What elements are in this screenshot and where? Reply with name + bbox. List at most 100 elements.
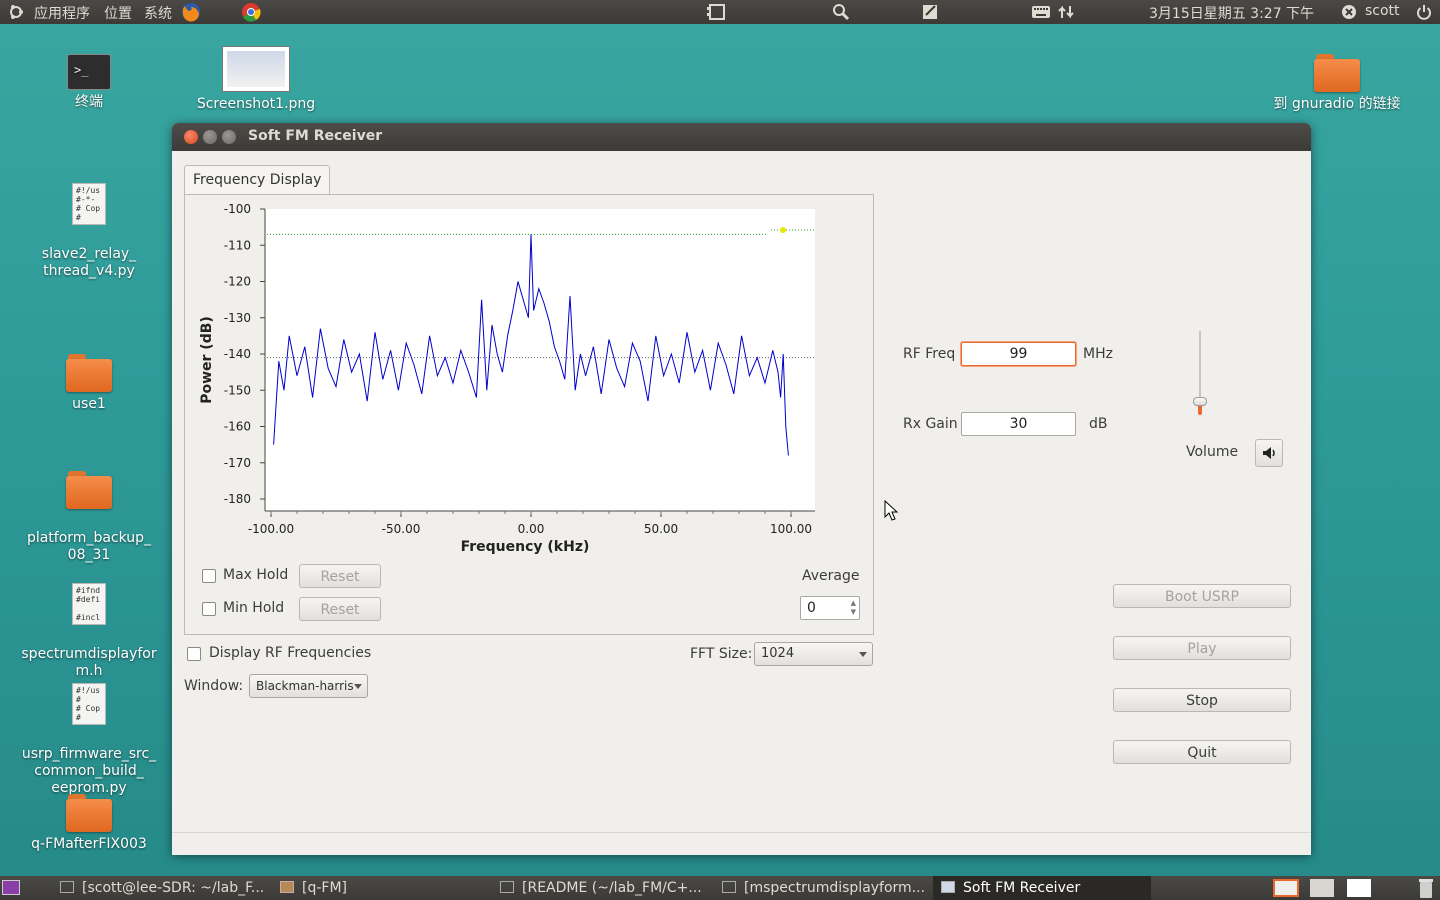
stop-button[interactable]: Stop — [1113, 688, 1291, 712]
taskbar-item-terminal[interactable]: [scott@lee-SDR: ~/lab_F... — [60, 876, 270, 900]
volume-slider[interactable] — [1193, 331, 1207, 415]
desktop-icon-label: platform_backup_ 08_31 — [26, 530, 152, 563]
desktop-icon-q-fmafterfix003[interactable]: q-FMafterFIX003 — [14, 794, 164, 853]
folder-icon — [66, 471, 112, 509]
power-icon[interactable] — [1416, 4, 1432, 20]
python-script-icon: #!/us # # Cop # — [72, 683, 106, 725]
close-icon[interactable] — [184, 130, 198, 144]
show-desktop-icon[interactable] — [2, 876, 22, 900]
volume-slider-thumb[interactable] — [1193, 397, 1207, 407]
average-spinbox[interactable]: 0 ▲ ▼ — [800, 596, 860, 620]
rf-freq-label: RF Freq — [903, 346, 956, 362]
average-label: Average — [802, 568, 860, 584]
editor-icon — [722, 881, 736, 893]
keyboard-icon[interactable] — [1031, 4, 1051, 20]
min-hold-reset-button[interactable]: Reset — [299, 597, 381, 621]
mouse-cursor-icon — [884, 500, 899, 521]
fft-size-label: FFT Size: — [690, 646, 753, 662]
taskbar-item-q-fm[interactable]: [q-FM] — [280, 876, 480, 900]
y-tick-label: -100 — [224, 202, 251, 216]
desktop-icon-label: use1 — [72, 396, 106, 412]
network-icon[interactable] — [1057, 4, 1075, 20]
y-axis-label: Power (dB) — [199, 316, 215, 404]
system-menu[interactable]: 系统 — [144, 3, 172, 23]
desktop-icon-label: slave2_relay_ thread_v4.py — [41, 246, 137, 279]
y-tick-label: -150 — [224, 383, 251, 397]
desktop-icon-platform-backup[interactable]: platform_backup_ 08_31 — [14, 454, 164, 581]
folder-icon — [66, 354, 112, 392]
trash-icon[interactable] — [1417, 876, 1437, 900]
boot-usrp-button[interactable]: Boot USRP — [1113, 584, 1291, 608]
applications-menu[interactable]: 应用程序 — [34, 3, 90, 23]
terminal-icon: >_ — [67, 54, 111, 90]
python-script-icon: #!/us #-*- # Cop # — [72, 183, 106, 225]
desktop-icon-label: q-FMafterFIX003 — [31, 836, 147, 852]
taskbar-item-mspectrumdisplayform[interactable]: [mspectrumdisplayform... — [722, 876, 927, 900]
firefox-icon[interactable] — [180, 1, 202, 23]
spin-arrows-icon[interactable]: ▲ ▼ — [851, 599, 856, 617]
header-file-icon: #ifnd #defi #incl — [72, 583, 106, 625]
desktop-icon-label: Screenshot1.png — [196, 96, 316, 112]
notes-icon[interactable] — [922, 3, 940, 21]
workspace-2-icon[interactable] — [1310, 876, 1336, 900]
taskbar-item-label: [mspectrumdisplayform... — [744, 880, 926, 896]
chevron-down-icon — [859, 652, 867, 657]
quit-button[interactable]: Quit — [1113, 740, 1291, 764]
taskbar-item-readme[interactable]: [README (~/lab_FM/C+... — [500, 876, 705, 900]
max-hold-reset-button[interactable]: Reset — [299, 564, 381, 588]
spectrum-plot: -100 -110 -120 -130 -140 -150 -160 -170 -180 -100… — [199, 202, 815, 555]
max-hold-checkbox[interactable] — [202, 569, 216, 583]
display-rf-frequencies-checkbox[interactable] — [187, 647, 201, 661]
desktop-icon-terminal[interactable]: >_ 终端 — [14, 54, 164, 111]
y-tick-label: -140 — [224, 347, 251, 361]
y-tick-label: -160 — [224, 420, 251, 434]
display-rf-frequencies-label: Display RF Frequencies — [209, 645, 372, 661]
user-name[interactable]: scott — [1365, 3, 1400, 19]
status-bar — [172, 832, 1311, 855]
rf-freq-unit: MHz — [1083, 346, 1113, 362]
editor-icon — [500, 881, 514, 893]
soft-fm-receiver-window: Soft FM Receiver Frequency Display -100 -… — [172, 123, 1311, 855]
search-icon[interactable] — [832, 3, 850, 21]
y-tick-label: -180 — [224, 492, 251, 506]
desktop-icon-label: 终端 — [75, 94, 103, 110]
average-value: 0 — [807, 600, 816, 616]
window-function-select[interactable]: Blackman-harris — [249, 674, 368, 698]
media-indicator-icon[interactable] — [707, 3, 727, 21]
volume-button[interactable] — [1255, 439, 1283, 467]
window-titlebar[interactable]: Soft FM Receiver — [172, 123, 1311, 151]
rx-gain-input[interactable]: 30 — [961, 412, 1076, 436]
desktop-icon-gnuradio-link[interactable]: 到 gnuradio 的链接 — [1262, 54, 1412, 113]
taskbar-item-soft-fm-receiver[interactable]: Soft FM Receiver — [933, 876, 1151, 900]
folder-icon — [66, 794, 112, 832]
x-tick-label: 100.00 — [770, 522, 812, 536]
volume-label: Volume — [1186, 444, 1239, 460]
desktop-icon-slave2-relay[interactable]: #!/us #-*- # Cop # slave2_relay_ thread_… — [14, 166, 164, 297]
clock[interactable]: 3月15日星期五 3:27 下午 — [1149, 3, 1314, 23]
chrome-icon[interactable] — [240, 1, 262, 23]
play-button[interactable]: Play — [1113, 636, 1291, 660]
desktop-icon-usrp-firmware[interactable]: #!/us # # Cop # usrp_firmware_src_ commo… — [14, 666, 164, 814]
taskbar-item-label: [q-FM] — [302, 880, 347, 896]
maximize-icon[interactable] — [222, 130, 236, 144]
desktop-icon-use1[interactable]: use1 — [14, 354, 164, 413]
speaker-icon — [1263, 447, 1275, 459]
window-icon — [941, 881, 955, 893]
min-hold-label: Min Hold — [223, 600, 285, 616]
frequency-display-pane: -100 -110 -120 -130 -140 -150 -160 -170 -180 -100… — [184, 194, 874, 635]
window-title: Soft FM Receiver — [248, 128, 383, 144]
tab-frequency-display[interactable]: Frequency Display — [184, 165, 331, 194]
x-tick-label: -50.00 — [382, 522, 421, 536]
workspace-3-icon[interactable] — [1347, 876, 1373, 900]
min-hold-checkbox[interactable] — [202, 602, 216, 616]
desktop-icon-screenshot[interactable]: Screenshot1.png — [181, 46, 331, 113]
user-status-icon[interactable] — [1341, 4, 1357, 20]
rf-freq-input[interactable]: 99 — [961, 342, 1076, 366]
minimize-icon[interactable] — [203, 130, 217, 144]
ubuntu-logo-icon[interactable] — [8, 4, 24, 20]
places-menu[interactable]: 位置 — [104, 3, 132, 23]
x-tick-label: -100.00 — [248, 522, 294, 536]
fft-size-select[interactable]: 1024 — [754, 642, 873, 666]
chevron-down-icon — [354, 684, 362, 689]
workspace-1-icon[interactable] — [1273, 876, 1301, 900]
